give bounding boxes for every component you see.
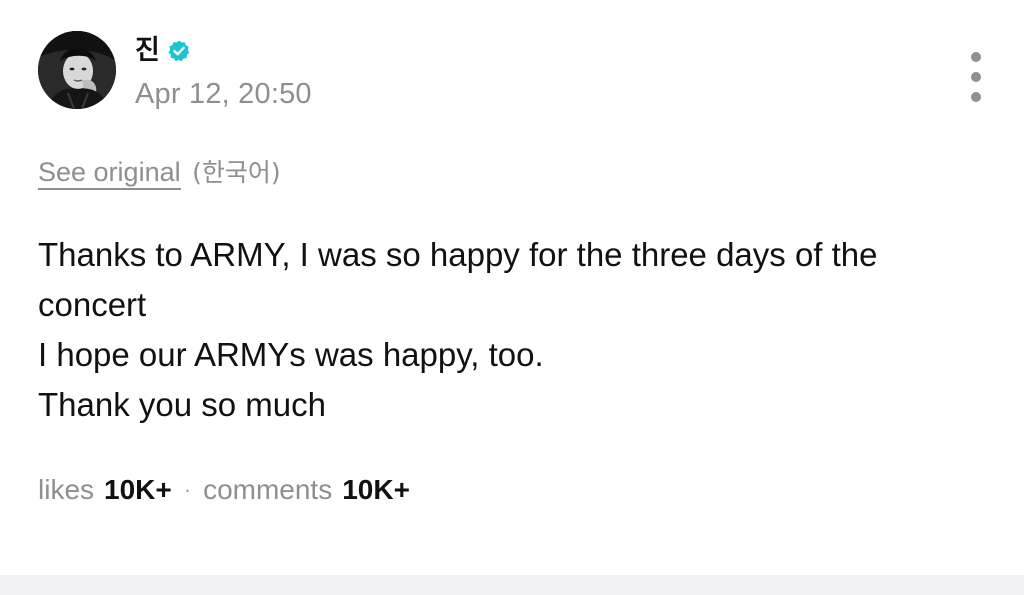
author-name[interactable]: 진 bbox=[135, 33, 160, 69]
more-vertical-icon-dot bbox=[971, 92, 981, 102]
stats-separator: · bbox=[183, 477, 192, 502]
footer-divider-band bbox=[0, 575, 1024, 595]
see-original-link[interactable]: See original bbox=[38, 157, 181, 190]
post-body-line: Thanks to ARMY, I was so happy for the t… bbox=[38, 236, 878, 273]
post-body-line: Thank you so much bbox=[38, 386, 326, 423]
more-vertical-icon-dot bbox=[971, 52, 981, 62]
more-options-button[interactable] bbox=[960, 52, 992, 102]
avatar[interactable] bbox=[38, 31, 116, 109]
more-vertical-icon-dot bbox=[971, 72, 981, 82]
translation-row: See original (한국어) bbox=[38, 155, 281, 190]
author-row: 진 bbox=[135, 33, 312, 69]
avatar-image bbox=[38, 31, 116, 109]
post-header: 진 Apr 12, 20:50 bbox=[38, 31, 312, 114]
original-language-label: (한국어) bbox=[192, 158, 281, 187]
author-block: 진 Apr 12, 20:50 bbox=[135, 33, 312, 114]
post-stats: likes 10K+ · comments 10K+ bbox=[38, 472, 410, 508]
comments-count[interactable]: 10K+ bbox=[342, 472, 410, 508]
post-body: Thanks to ARMY, I was so happy for the t… bbox=[38, 230, 998, 430]
likes-count[interactable]: 10K+ bbox=[104, 472, 172, 508]
post-card: 진 Apr 12, 20:50 See original (한국어) Thank… bbox=[0, 0, 1024, 575]
post-body-line: I hope our ARMYs was happy, too. bbox=[38, 336, 544, 373]
verified-badge-icon bbox=[167, 39, 191, 63]
comments-label[interactable]: comments bbox=[203, 472, 332, 508]
post-timestamp: Apr 12, 20:50 bbox=[135, 78, 312, 110]
post-body-line: concert bbox=[38, 286, 147, 323]
likes-label[interactable]: likes bbox=[38, 472, 94, 508]
